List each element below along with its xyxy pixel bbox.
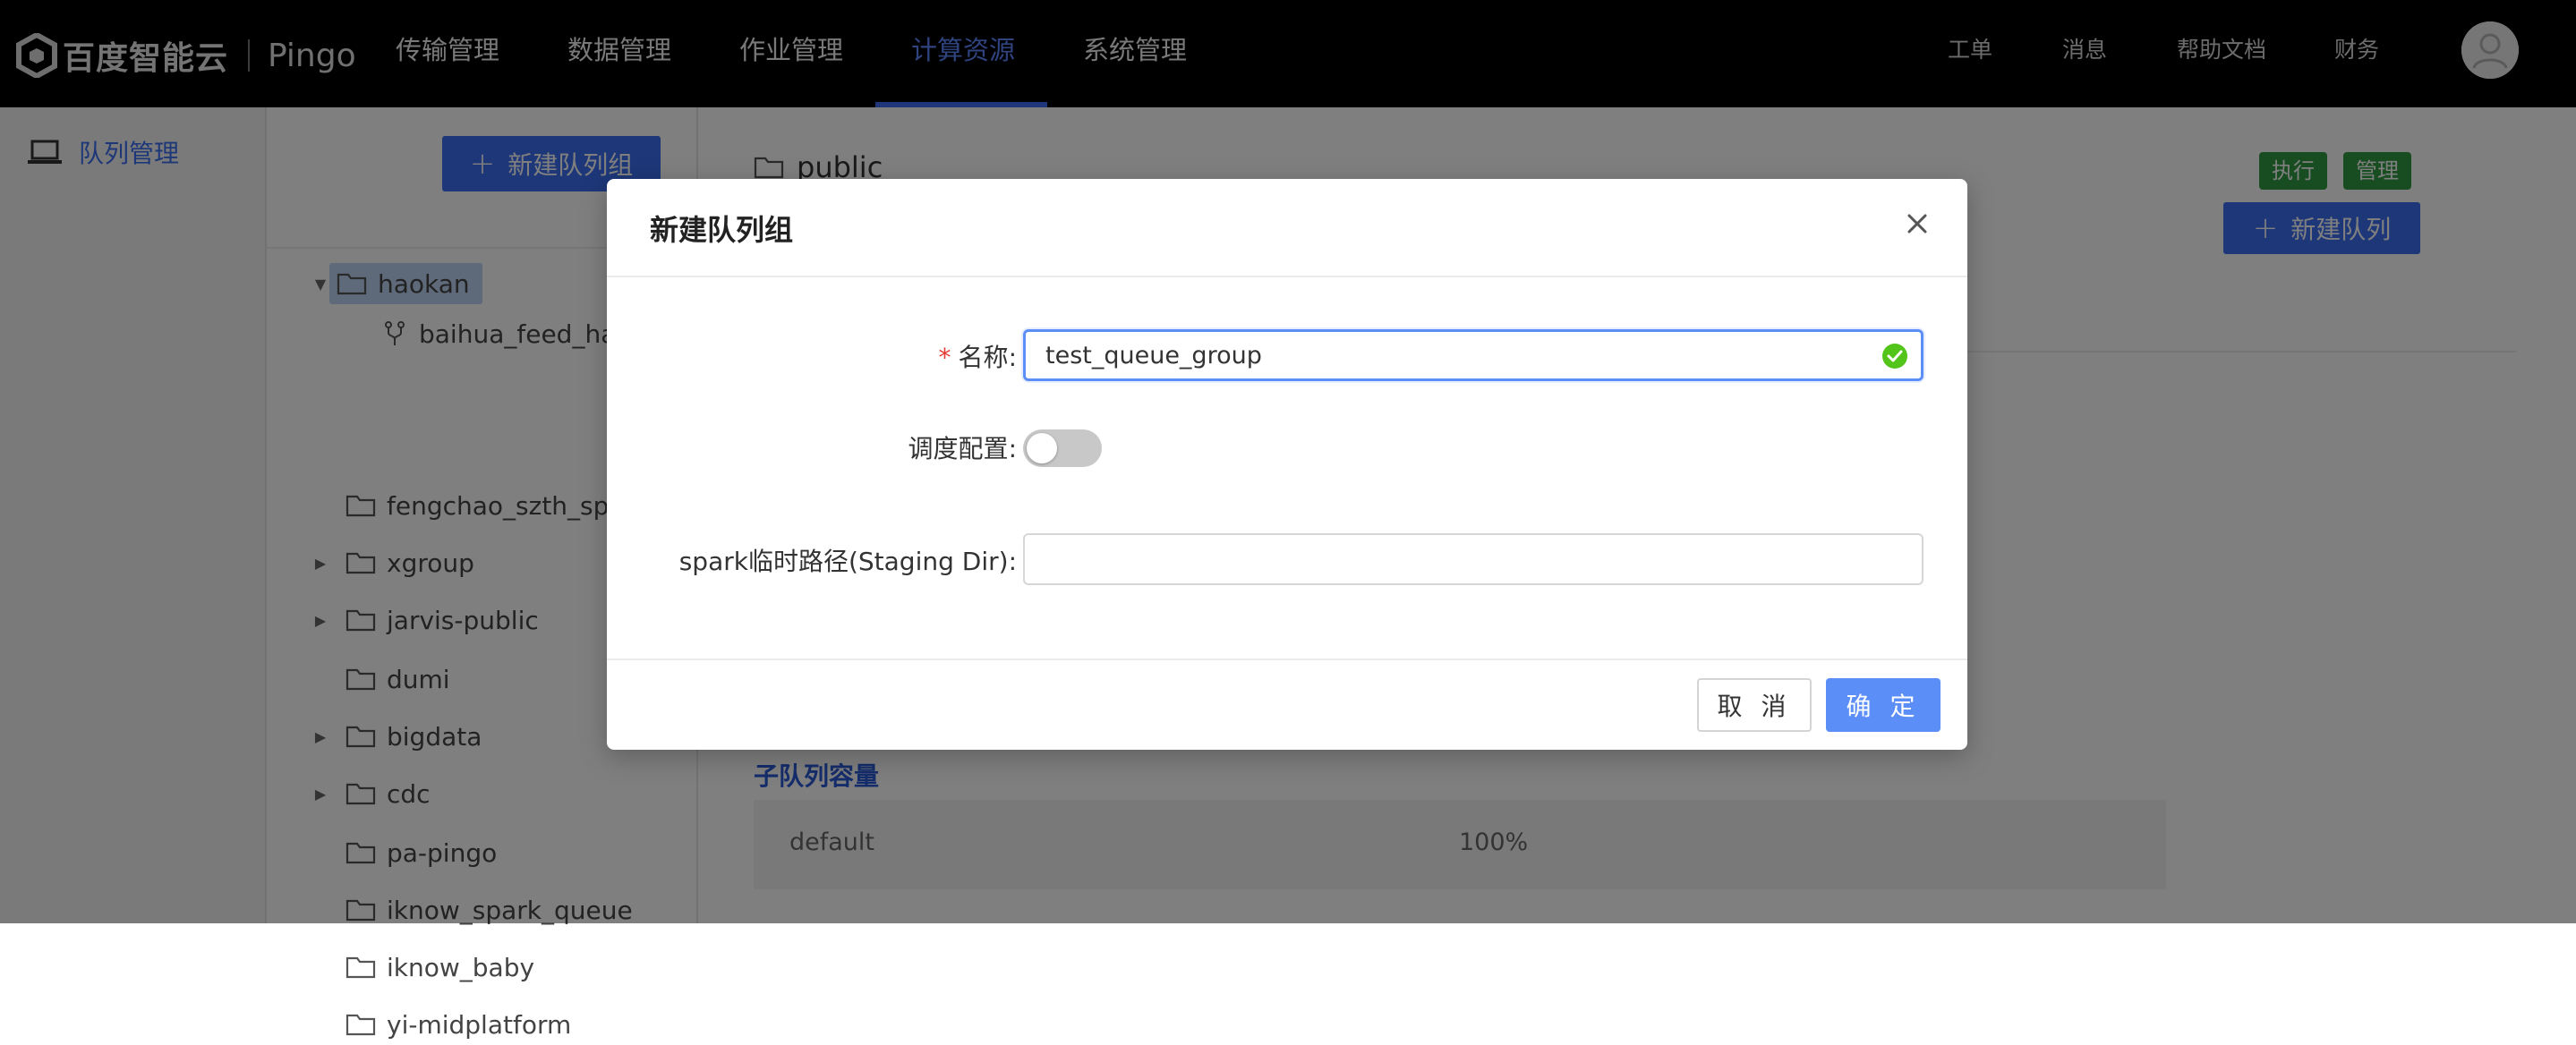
folder-icon <box>345 956 376 979</box>
dialog-footer-divider <box>607 658 1967 660</box>
close-icon[interactable] <box>1901 208 1933 240</box>
schedule-config-label: 调度配置: <box>908 434 1017 463</box>
toggle-knob <box>1027 433 1057 463</box>
name-field-label: * 名称: <box>938 343 1017 372</box>
staging-dir-label: spark临时路径(Staging Dir): <box>678 547 1017 576</box>
staging-dir-input[interactable] <box>1023 533 1923 585</box>
schedule-config-toggle[interactable] <box>1023 429 1102 467</box>
check-circle-icon <box>1882 344 1907 369</box>
confirm-button[interactable]: 确 定 <box>1826 678 1941 732</box>
required-marker: * <box>938 343 951 372</box>
name-input[interactable] <box>1023 329 1923 381</box>
tree-node-iknow-baby[interactable]: iknow_baby <box>311 947 534 988</box>
dialog-title: 新建队列组 <box>650 213 794 247</box>
cancel-button[interactable]: 取 消 <box>1697 678 1812 732</box>
tree-node-label: yi-midplatform <box>387 1009 572 1040</box>
folder-icon <box>345 1014 376 1036</box>
new-queue-group-dialog: 新建队列组 *名称: 调度配置: spark临时路径(Staging Dir):… <box>607 179 1967 750</box>
tree-node-yi-midplatform[interactable]: yi-midplatform <box>311 1004 571 1045</box>
dialog-header-divider <box>607 276 1967 277</box>
tree-node-label: iknow_baby <box>387 952 535 982</box>
